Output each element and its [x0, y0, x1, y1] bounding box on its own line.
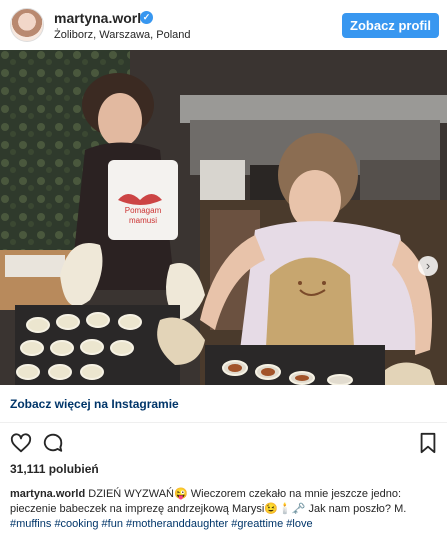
post-caption: martyna.world DZIEŃ WYZWAŃ😜 Wieczorem cz…	[10, 487, 440, 532]
location-link[interactable]: Żoliborz, Warszawa, Poland	[54, 29, 191, 41]
instagram-embed-card: martyna.world ✓ Żoliborz, Warszawa, Pola…	[0, 0, 447, 533]
hashtag[interactable]: #fun	[102, 518, 123, 530]
caption-username[interactable]: martyna.world	[10, 488, 85, 500]
apron-text-line2: mamusi	[129, 216, 157, 225]
apron-text-line1: Pomagam	[125, 206, 162, 215]
hashtag[interactable]: #motheranddaughter	[126, 518, 228, 530]
view-more-on-instagram-link[interactable]: Zobacz więcej na Instagramie	[10, 397, 179, 411]
hashtag[interactable]: #greattime	[231, 518, 283, 530]
hashtag[interactable]: #cooking	[54, 518, 98, 530]
hashtag[interactable]: #muffins	[10, 518, 51, 530]
verified-badge-icon: ✓	[140, 11, 153, 24]
post-photo[interactable]: Pomagam mamusi ›	[0, 50, 447, 385]
post-header: martyna.world ✓ Żoliborz, Warszawa, Pola…	[0, 0, 447, 50]
heart-icon[interactable]	[10, 432, 32, 454]
bookmark-icon[interactable]	[418, 432, 438, 454]
hashtag[interactable]: #love	[286, 518, 312, 530]
next-photo-arrow-icon[interactable]: ›	[418, 256, 438, 276]
username[interactable]: martyna.world	[54, 10, 150, 26]
likes-count[interactable]: 31,111 polubień	[10, 462, 99, 476]
avatar[interactable]	[10, 8, 44, 42]
comment-icon[interactable]	[42, 432, 64, 454]
divider	[0, 422, 447, 423]
kitchen-photo-illustration: Pomagam mamusi	[0, 50, 447, 385]
view-profile-button[interactable]: Zobacz profil	[342, 13, 439, 38]
